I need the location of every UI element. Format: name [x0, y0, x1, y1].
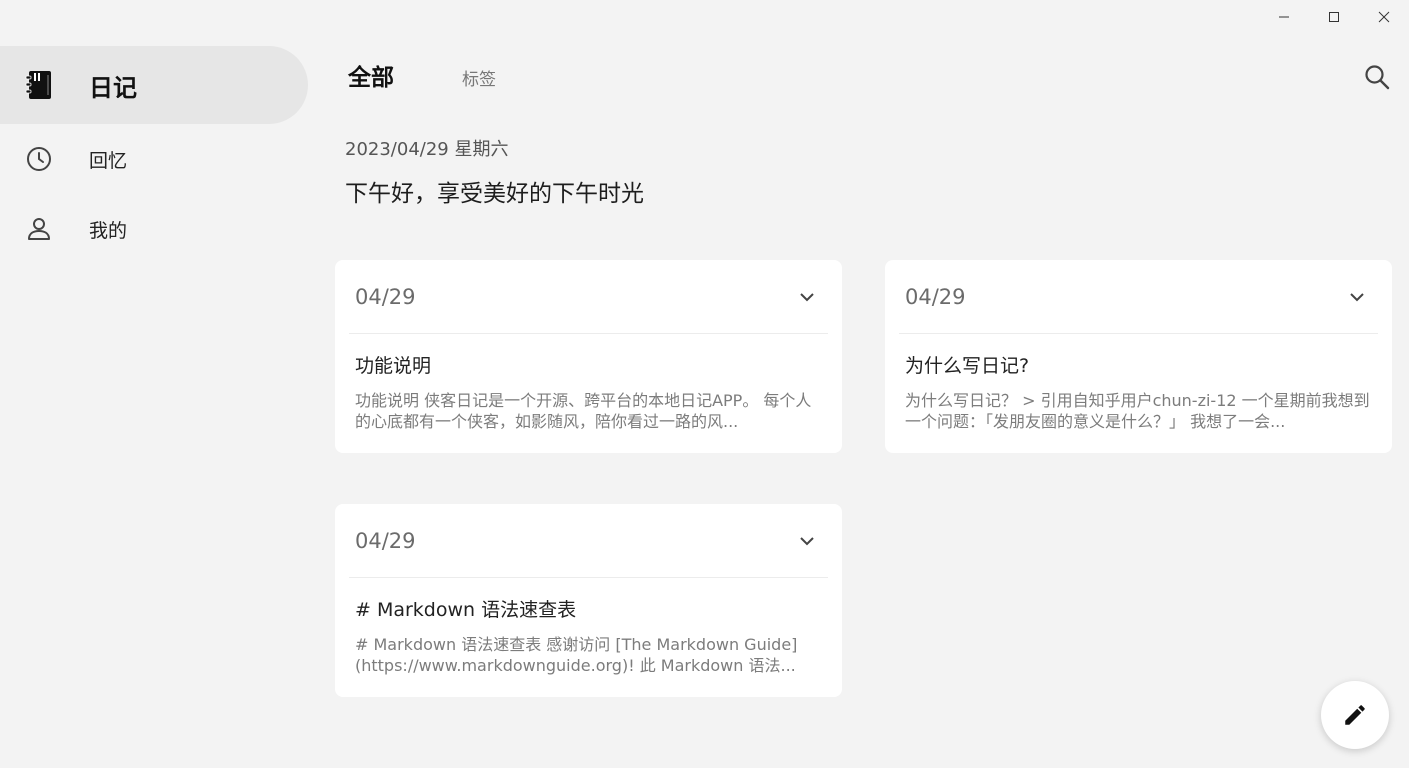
- person-icon: [22, 212, 56, 246]
- current-date: 2023/04/29 星期六: [345, 139, 509, 160]
- close-icon: [1378, 11, 1390, 23]
- tab-bar: 全部 标签: [348, 58, 496, 92]
- card-date: 04/29: [905, 284, 966, 309]
- card-preview: 为什么写日记？ > 引用自知乎用户chun-zi-12 一个星期前我想到一个问题…: [905, 391, 1370, 431]
- minimize-icon: [1279, 16, 1289, 18]
- chevron-down-button[interactable]: [1342, 282, 1372, 312]
- tab-tags[interactable]: 标签: [462, 65, 496, 90]
- card-title: 为什么写日记?: [905, 355, 1030, 377]
- card-header: 04/29: [349, 260, 828, 334]
- window-controls: [1259, 0, 1409, 34]
- clock-icon: [22, 142, 56, 176]
- card-preview: # Markdown 语法速查表 感谢访问 [The Markdown Guid…: [355, 635, 798, 675]
- card-date: 04/29: [355, 528, 416, 553]
- chevron-down-button[interactable]: [792, 526, 822, 556]
- card-header: 04/29: [899, 260, 1378, 334]
- search-button[interactable]: [1360, 60, 1394, 94]
- maximize-button[interactable]: [1309, 0, 1359, 34]
- card-preview: 功能说明 侠客日记是一个开源、跨平台的本地日记APP。 每个人的心底都有一个侠客…: [355, 391, 812, 431]
- sidebar-item-memories[interactable]: 回忆: [0, 124, 308, 194]
- close-button[interactable]: [1359, 0, 1409, 34]
- minimize-button[interactable]: [1259, 0, 1309, 34]
- chevron-down-icon: [1350, 292, 1364, 301]
- card-header: 04/29: [349, 504, 828, 578]
- sidebar-item-mine[interactable]: 我的: [0, 194, 308, 264]
- sidebar: 日记 回忆 我的: [0, 46, 310, 264]
- sidebar-item-diary[interactable]: 日记: [0, 46, 308, 124]
- sidebar-item-label: 日记: [89, 73, 137, 102]
- tab-all[interactable]: 全部: [348, 58, 394, 92]
- diary-book-icon: [22, 68, 56, 102]
- diary-card[interactable]: 04/29 为什么写日记? 为什么写日记？ > 引用自知乎用户chun-zi-1…: [885, 260, 1392, 453]
- pencil-icon: [1345, 705, 1365, 725]
- chevron-down-icon: [800, 292, 814, 301]
- diary-card[interactable]: 04/29 功能说明 功能说明 侠客日记是一个开源、跨平台的本地日记APP。 每…: [335, 260, 842, 453]
- card-title: 功能说明: [355, 355, 432, 377]
- diary-card[interactable]: 04/29 # Markdown 语法速查表 # Markdown 语法速查表 …: [335, 504, 842, 697]
- chevron-down-button[interactable]: [792, 282, 822, 312]
- chevron-down-icon: [800, 536, 814, 545]
- sidebar-item-label: 我的: [89, 219, 128, 242]
- sidebar-item-label: 回忆: [89, 149, 128, 172]
- card-title: # Markdown 语法速查表: [355, 599, 577, 621]
- new-entry-button[interactable]: [1321, 681, 1389, 749]
- search-icon: [1365, 65, 1390, 90]
- greeting-text: 下午好，享受美好的下午时光: [345, 181, 644, 207]
- card-date: 04/29: [355, 284, 416, 309]
- maximize-icon: [1329, 12, 1339, 22]
